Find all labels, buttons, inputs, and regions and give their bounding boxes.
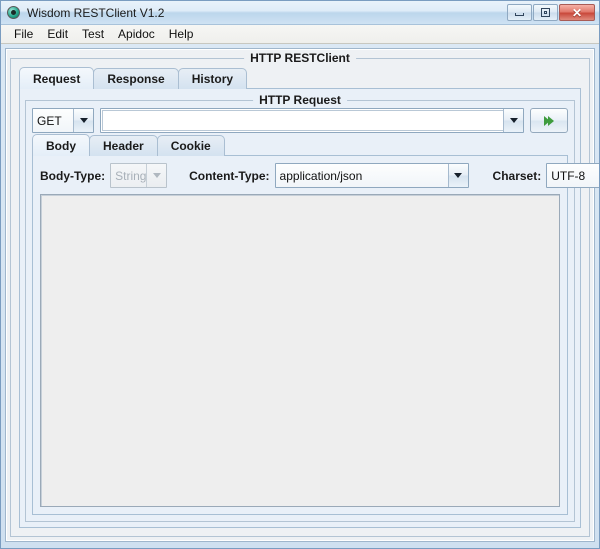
close-icon: ✕ — [571, 5, 583, 20]
send-request-button[interactable] — [530, 108, 568, 133]
app-circle-icon — [7, 6, 20, 19]
minimize-button[interactable] — [507, 4, 532, 21]
body-tab-panel: Body-Type: String Content-Type: applicat… — [32, 155, 599, 515]
charset-select[interactable]: UTF-8 — [546, 163, 599, 188]
tab-header[interactable]: Header — [89, 135, 158, 156]
http-restclient-group: HTTP RESTClient Request Response History… — [10, 51, 599, 537]
title-bar: Wisdom RESTClient V1.2 ✕ — [1, 1, 599, 25]
url-combobox[interactable] — [100, 108, 524, 133]
body-type-select: String — [110, 163, 168, 188]
http-method-chevron-down-icon[interactable] — [73, 109, 93, 132]
menu-item-file[interactable]: File — [7, 25, 40, 43]
menu-bar: File Edit Test Apidoc Help — [1, 25, 599, 44]
tab-header-label: Header — [103, 139, 144, 153]
tab-request[interactable]: Request — [19, 67, 95, 89]
tab-cookie[interactable]: Cookie — [156, 135, 225, 156]
content-type-chevron-down-icon[interactable] — [447, 164, 468, 187]
menu-item-test[interactable]: Test — [75, 25, 111, 43]
content-frame: HTTP RESTClient Request Response History… — [5, 48, 599, 542]
menu-item-help[interactable]: Help — [162, 25, 201, 43]
tab-request-label: Request — [33, 71, 81, 86]
request-tab-panel: HTTP Request GET Body Header Cookie Body… — [19, 88, 599, 528]
maximize-icon — [541, 8, 550, 17]
close-button[interactable]: ✕ — [559, 4, 595, 21]
tab-history[interactable]: History — [177, 68, 248, 89]
menu-item-apidoc[interactable]: Apidoc — [111, 25, 162, 43]
http-request-group: HTTP Request GET Body Header Cookie Body… — [25, 93, 599, 522]
http-restclient-group-title: HTTP RESTClient — [244, 51, 356, 65]
charset-label: Charset: — [492, 168, 542, 183]
maximize-button[interactable] — [533, 4, 558, 21]
url-row: GET — [32, 108, 568, 133]
http-request-group-title: HTTP Request — [253, 93, 347, 107]
charset-value: UTF-8 — [547, 164, 599, 187]
url-input[interactable] — [102, 110, 503, 131]
window-title: Wisdom RESTClient V1.2 — [27, 5, 165, 20]
http-method-value: GET — [33, 109, 73, 132]
body-type-label: Body-Type: — [40, 168, 106, 183]
menu-item-edit[interactable]: Edit — [40, 25, 75, 43]
tab-response-label: Response — [107, 72, 165, 86]
request-body-textarea[interactable] — [41, 195, 559, 506]
body-type-value: String — [111, 164, 147, 187]
request-body-editor[interactable] — [40, 194, 560, 507]
tab-response[interactable]: Response — [93, 68, 179, 89]
tab-body-label: Body — [46, 138, 76, 153]
minimize-icon — [515, 13, 524, 16]
url-chevron-down-icon[interactable] — [503, 109, 523, 132]
tab-body[interactable]: Body — [32, 134, 90, 156]
request-tab-strip: Body Header Cookie — [32, 134, 568, 156]
body-options-row: Body-Type: String Content-Type: applicat… — [40, 163, 599, 188]
window-controls: ✕ — [507, 4, 595, 21]
body-type-chevron-down-icon — [146, 164, 167, 187]
tab-cookie-label: Cookie — [170, 139, 211, 153]
content-type-label: Content-Type: — [189, 168, 270, 183]
application-window: Wisdom RESTClient V1.2 ✕ File Edit Test … — [0, 0, 600, 549]
http-method-select[interactable]: GET — [32, 108, 94, 133]
content-type-select[interactable]: application/json — [274, 163, 469, 188]
tab-history-label: History — [191, 72, 234, 86]
main-tab-strip: Request Response History — [19, 67, 581, 89]
content-type-value: application/json — [275, 164, 448, 187]
